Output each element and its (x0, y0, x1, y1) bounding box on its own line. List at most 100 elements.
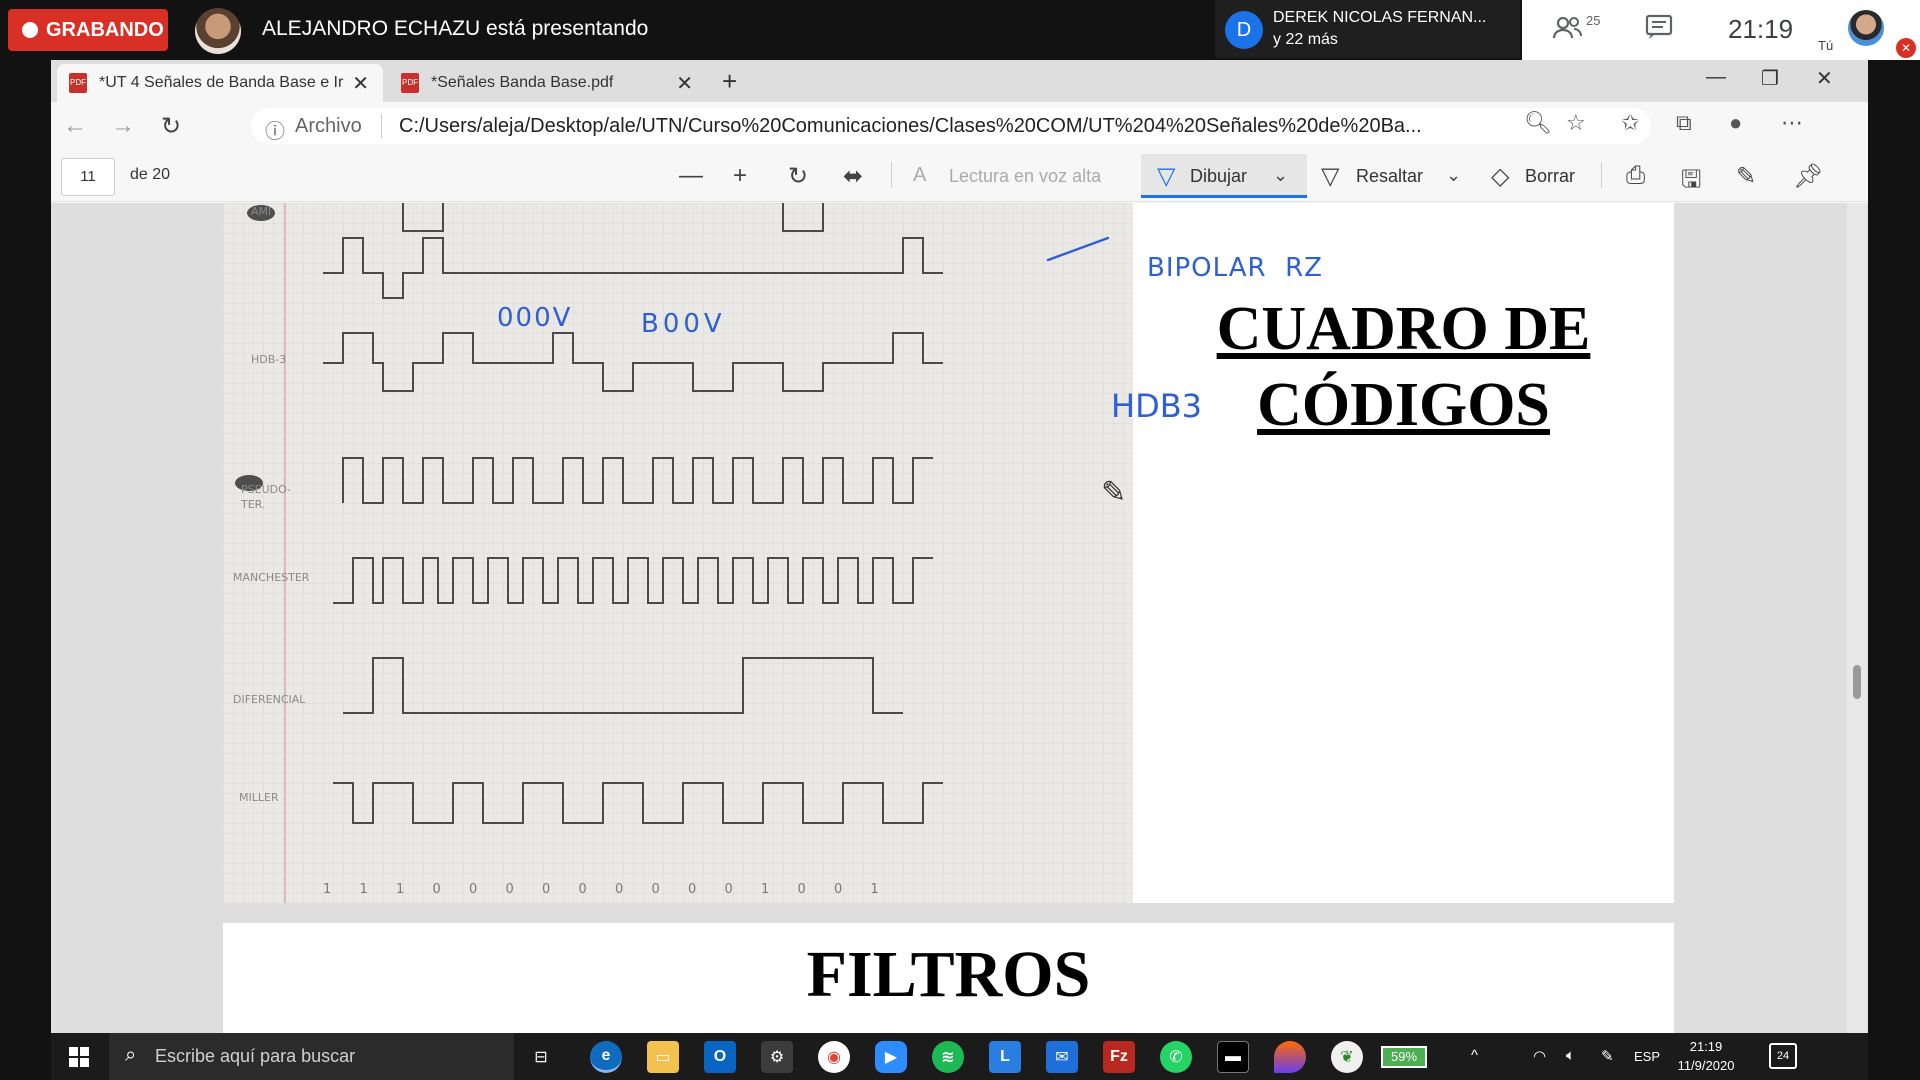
favorites-icon[interactable]: ✩ (1621, 110, 1639, 136)
chrome-icon[interactable]: ◉ (818, 1041, 850, 1073)
page-title-cuadro-de-codigos: CUADRO DE CÓDIGOS (1133, 291, 1674, 443)
zoom-icon[interactable]: 🔍︎ (1524, 110, 1552, 136)
chevron-down-icon[interactable]: ⌄ (1446, 165, 1461, 186)
l-app-icon[interactable]: L (989, 1041, 1021, 1073)
pen-cursor-icon: ✎ (1101, 476, 1127, 509)
pin-icon[interactable]: 📌︎ (1793, 162, 1823, 191)
app-leaf-icon[interactable]: ❦ (1331, 1041, 1363, 1073)
restore-icon[interactable]: ❐ (1761, 66, 1779, 91)
participant-tile[interactable]: D DEREK NICOLAS FERNAN... y 22 más (1215, 0, 1520, 58)
taskbar-date[interactable]: 11/9/2020 (1671, 1058, 1741, 1073)
people-icon[interactable] (1552, 14, 1584, 49)
search-icon: ⌕ (125, 1044, 137, 1066)
erase-label[interactable]: Borrar (1525, 166, 1575, 187)
chat-icon[interactable] (1645, 14, 1673, 47)
tab-ut4[interactable]: PDF *UT 4 Señales de Banda Base e Ir ✕ (57, 64, 383, 102)
collections-icon[interactable]: ⧉ (1676, 110, 1692, 136)
edge-icon[interactable]: e (590, 1041, 622, 1073)
windows-start-icon[interactable] (51, 1033, 107, 1080)
close-tab-icon[interactable]: ✕ (676, 71, 693, 96)
drop-app-icon[interactable] (1274, 1041, 1306, 1073)
spotify-icon[interactable]: ≋ (932, 1041, 964, 1073)
mic-off-icon: ✕ (1896, 38, 1916, 58)
people-count: 25 (1586, 13, 1601, 28)
terminal-icon[interactable]: ▬ (1217, 1041, 1249, 1073)
read-aloud-label[interactable]: Lectura en voz alta (949, 166, 1101, 187)
app-icon[interactable]: ⚙ (761, 1041, 793, 1073)
profile-icon[interactable]: ● (1729, 110, 1742, 136)
meet-clock: 21:19 (1728, 14, 1794, 44)
address-bar[interactable]: ⓘ Archivo C:/Users/aleja/Desktop/ale/UTN… (251, 108, 1651, 144)
svg-text:TER.: TER. (240, 498, 265, 511)
save-icon[interactable]: 🖫︎ (1681, 162, 1701, 203)
file-explorer-icon[interactable]: ▭ (647, 1041, 679, 1073)
url-text[interactable]: C:/Users/aleja/Desktop/ale/UTN/Curso%20C… (399, 115, 1422, 138)
recording-label: GRABANDO (46, 18, 164, 41)
zoom-app-icon[interactable]: ▶ (875, 1041, 907, 1073)
info-icon[interactable]: ⓘ (265, 115, 285, 144)
filezilla-icon[interactable]: Fz (1103, 1041, 1135, 1073)
taskbar-search[interactable]: ⌕ Escribe aquí para buscar (109, 1033, 514, 1080)
pdf-viewer[interactable]: AMI HDB-3 PSEUDO- TER. MANCHESTER DIFERE… (51, 203, 1868, 1033)
draw-pen-icon: ▽ (1157, 163, 1176, 190)
tab-senales[interactable]: PDF *Señales Banda Base.pdf ✕ (389, 64, 707, 102)
language-indicator[interactable]: ESP (1634, 1049, 1660, 1064)
wifi-icon[interactable]: ◠ (1533, 1047, 1546, 1065)
search-placeholder[interactable]: Escribe aquí para buscar (155, 1046, 355, 1067)
close-tab-icon[interactable]: ✕ (352, 71, 369, 96)
forward-icon[interactable]: → (111, 112, 135, 140)
presenter-text: ALEJANDRO ECHAZU está presentando (262, 17, 649, 40)
scrollbar-thumb[interactable] (1853, 665, 1861, 699)
pen-tray-icon[interactable]: ✎ (1601, 1047, 1614, 1065)
tab-label: *Señales Banda Base.pdf (431, 74, 614, 91)
zoom-in-icon[interactable]: + (733, 162, 747, 190)
save-as-icon[interactable]: ✎ (1736, 162, 1756, 191)
bit-label: 0 (688, 882, 696, 897)
tray-chevron-icon[interactable]: ^ (1471, 1047, 1478, 1064)
record-dot-icon (22, 22, 38, 38)
page-number-input[interactable]: 11 (61, 158, 115, 196)
tab-strip: PDF *UT 4 Señales de Banda Base e Ir ✕ P… (51, 60, 1868, 102)
whatsapp-icon[interactable]: ✆ (1160, 1041, 1192, 1073)
presenter-avatar (195, 8, 241, 54)
svg-text:MILLER: MILLER (239, 791, 279, 804)
pdf-icon: PDF (69, 73, 87, 93)
bit-label: 1 (871, 882, 879, 897)
bit-label: 0 (542, 882, 550, 897)
notifications-icon[interactable]: 24 (1769, 1043, 1797, 1069)
refresh-icon[interactable]: ↻ (161, 112, 181, 141)
close-window-icon[interactable]: ✕ (1816, 66, 1833, 91)
read-aloud-icon[interactable]: A (913, 164, 926, 187)
new-tab-icon[interactable]: + (722, 66, 737, 97)
participant-avatar: D (1225, 11, 1263, 49)
bit-label: 0 (579, 882, 587, 897)
eraser-icon[interactable]: ◇ (1491, 162, 1509, 191)
bit-label: 0 (798, 882, 806, 897)
scrollbar[interactable] (1847, 203, 1867, 1033)
bit-label: 0 (615, 882, 623, 897)
volume-icon[interactable]: 🔈︎ (1566, 1047, 1575, 1064)
bit-label: 1 (761, 882, 769, 897)
zoom-out-icon[interactable]: — (679, 162, 703, 190)
print-icon[interactable]: ⎙ (1626, 162, 1645, 190)
url-scheme-label: Archivo (295, 115, 362, 137)
fit-page-icon[interactable]: ⬌ (843, 162, 863, 191)
battery-indicator[interactable]: 59% (1381, 1046, 1427, 1068)
mail-icon[interactable]: ✉ (1046, 1041, 1078, 1073)
chevron-down-icon[interactable]: ⌄ (1273, 165, 1288, 186)
bit-label: 0 (433, 882, 441, 897)
task-view-icon[interactable]: ⊟ (525, 1041, 557, 1073)
meet-top-bar: GRABANDO ALEJANDRO ECHAZU está presentan… (0, 0, 1920, 60)
self-avatar[interactable] (1848, 10, 1884, 46)
highlight-label[interactable]: Resaltar (1356, 166, 1423, 187)
back-icon[interactable]: ← (63, 112, 87, 140)
minimize-icon[interactable]: — (1706, 66, 1726, 89)
pdf-icon: PDF (401, 73, 419, 93)
outlook-icon[interactable]: O (704, 1041, 736, 1073)
more-icon[interactable]: ⋯ (1781, 110, 1803, 136)
rotate-icon[interactable]: ↻ (788, 162, 808, 191)
taskbar-time[interactable]: 21:19 (1671, 1039, 1741, 1054)
highlight-icon[interactable]: ▽ (1321, 162, 1339, 191)
bit-label: 0 (725, 882, 733, 897)
favorite-star-icon[interactable]: ☆ (1566, 110, 1586, 136)
